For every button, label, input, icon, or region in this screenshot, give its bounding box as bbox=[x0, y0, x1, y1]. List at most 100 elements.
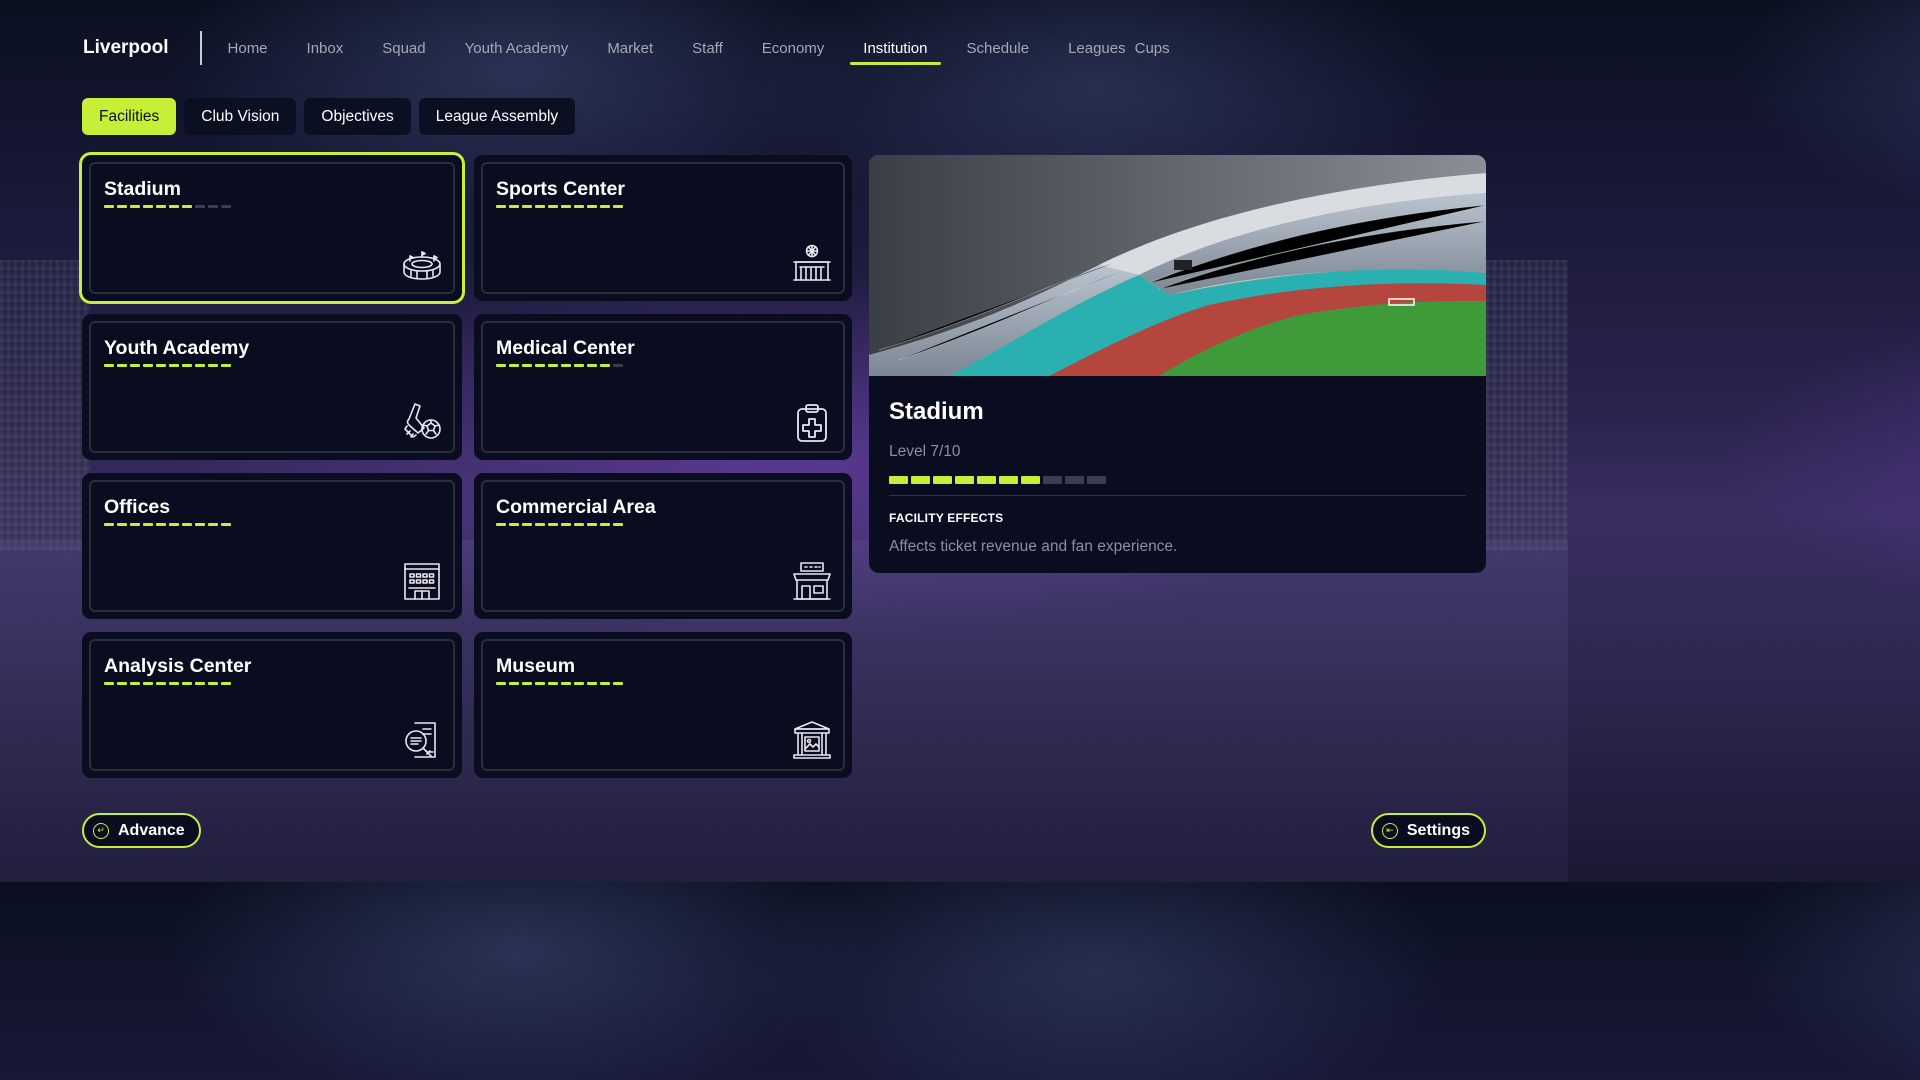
level-segment bbox=[574, 364, 584, 367]
level-segment bbox=[221, 682, 231, 685]
club-name: Liverpool bbox=[83, 37, 169, 58]
level-segment bbox=[548, 523, 558, 526]
detail-level-bar bbox=[889, 476, 1466, 484]
level-segment bbox=[221, 205, 231, 208]
effects-description: Affects ticket revenue and fan experienc… bbox=[889, 538, 1178, 555]
nav-item-cups[interactable]: Cups bbox=[1135, 40, 1170, 57]
level-segment bbox=[182, 682, 192, 685]
detail-level-segment bbox=[1065, 476, 1084, 484]
nav-item-inbox[interactable]: Inbox bbox=[307, 40, 344, 57]
tab-league-assembly[interactable]: League Assembly bbox=[418, 98, 576, 135]
offices-icon bbox=[404, 563, 440, 600]
level-segment bbox=[613, 364, 623, 367]
facility-card-medical-center[interactable]: Medical Center bbox=[474, 314, 852, 460]
nav-item-institution[interactable]: Institution bbox=[850, 40, 941, 65]
level-segment bbox=[509, 205, 519, 208]
facility-card-museum[interactable]: Museum bbox=[474, 632, 852, 778]
level-segment bbox=[117, 364, 127, 367]
level-segment bbox=[548, 205, 558, 208]
medical-center-icon bbox=[797, 404, 827, 442]
level-segment bbox=[117, 523, 127, 526]
facility-name: Youth Academy bbox=[104, 337, 250, 359]
nav-item-market[interactable]: Market bbox=[607, 40, 653, 57]
facility-level-bar bbox=[104, 682, 453, 685]
facility-name: Museum bbox=[496, 655, 576, 677]
nav-item-youth-academy[interactable]: Youth Academy bbox=[465, 40, 569, 57]
facility-card-analysis-center[interactable]: Analysis Center bbox=[82, 632, 462, 778]
tab-facilities[interactable]: Facilities bbox=[82, 98, 177, 135]
nav-divider bbox=[199, 31, 202, 65]
level-segment bbox=[195, 682, 205, 685]
sports-center-icon bbox=[793, 244, 831, 281]
tab-club-vision[interactable]: Club Vision bbox=[184, 98, 297, 135]
level-segment bbox=[587, 364, 597, 367]
level-segment bbox=[587, 205, 597, 208]
nav-item-leagues[interactable]: Leagues bbox=[1068, 40, 1126, 57]
level-segment bbox=[600, 205, 610, 208]
nav-item-economy[interactable]: Economy bbox=[762, 40, 825, 57]
level-segment bbox=[182, 364, 192, 367]
level-segment bbox=[221, 523, 231, 526]
detail-level-segment bbox=[999, 476, 1018, 484]
detail-divider bbox=[889, 495, 1466, 496]
level-segment bbox=[143, 523, 153, 526]
level-segment bbox=[104, 523, 114, 526]
detail-level-segment bbox=[889, 476, 908, 484]
level-segment bbox=[130, 205, 140, 208]
nav-item-schedule[interactable]: Schedule bbox=[967, 40, 1030, 57]
settings-button[interactable]: ⇤ Settings bbox=[1370, 813, 1486, 848]
facility-grid: Stadium Sports Center Youth Academy Medi… bbox=[82, 155, 852, 778]
nav-item-staff[interactable]: Staff bbox=[692, 40, 723, 57]
detail-level-segment bbox=[955, 476, 974, 484]
level-segment bbox=[182, 523, 192, 526]
level-segment bbox=[169, 205, 179, 208]
level-segment bbox=[574, 682, 584, 685]
nav-item-home[interactable]: Home bbox=[228, 40, 268, 57]
facility-name: Commercial Area bbox=[496, 496, 656, 518]
effects-heading: FACILITY EFFECTS bbox=[889, 511, 1004, 525]
level-segment bbox=[195, 523, 205, 526]
level-segment bbox=[561, 205, 571, 208]
nav-item-squad[interactable]: Squad bbox=[382, 40, 425, 57]
facility-card-youth-academy[interactable]: Youth Academy bbox=[82, 314, 462, 460]
advance-button[interactable]: ↵ Advance bbox=[82, 813, 201, 848]
settings-label: Settings bbox=[1406, 821, 1470, 839]
level-segment bbox=[613, 523, 623, 526]
level-segment bbox=[169, 682, 179, 685]
level-segment bbox=[522, 364, 532, 367]
level-segment bbox=[104, 364, 114, 367]
facility-level-bar bbox=[104, 205, 453, 208]
detail-level-segment bbox=[1087, 476, 1106, 484]
level-segment bbox=[587, 523, 597, 526]
level-segment bbox=[600, 364, 610, 367]
level-segment bbox=[561, 364, 571, 367]
detail-level-segment bbox=[911, 476, 930, 484]
tab-objectives[interactable]: Objectives bbox=[304, 98, 411, 135]
level-segment bbox=[600, 523, 610, 526]
subtabs: Facilities Club Vision Objectives League… bbox=[82, 98, 576, 135]
level-segment bbox=[195, 205, 205, 208]
level-segment bbox=[613, 682, 623, 685]
facility-level-bar bbox=[496, 523, 843, 526]
facility-card-commercial-area[interactable]: Commercial Area bbox=[474, 473, 852, 619]
advance-icon: ↵ bbox=[93, 822, 109, 839]
detail-level-segment bbox=[977, 476, 996, 484]
level-segment bbox=[104, 205, 114, 208]
facility-card-offices[interactable]: Offices bbox=[82, 473, 462, 619]
level-segment bbox=[104, 682, 114, 685]
level-segment bbox=[182, 205, 192, 208]
level-segment bbox=[208, 523, 218, 526]
level-segment bbox=[130, 364, 140, 367]
facility-detail-panel: Stadium Level 7/10 FACILITY EFFECTS Affe… bbox=[869, 155, 1486, 573]
level-segment bbox=[535, 523, 545, 526]
detail-level-segment bbox=[933, 476, 952, 484]
level-segment bbox=[600, 682, 610, 685]
facility-card-sports-center[interactable]: Sports Center bbox=[474, 155, 852, 301]
facility-name: Sports Center bbox=[496, 178, 625, 200]
facility-card-stadium[interactable]: Stadium bbox=[82, 155, 462, 301]
settings-icon: ⇤ bbox=[1381, 822, 1398, 839]
level-segment bbox=[509, 364, 519, 367]
facility-name: Offices bbox=[104, 496, 171, 518]
level-segment bbox=[574, 205, 584, 208]
facility-level-bar bbox=[496, 205, 843, 208]
